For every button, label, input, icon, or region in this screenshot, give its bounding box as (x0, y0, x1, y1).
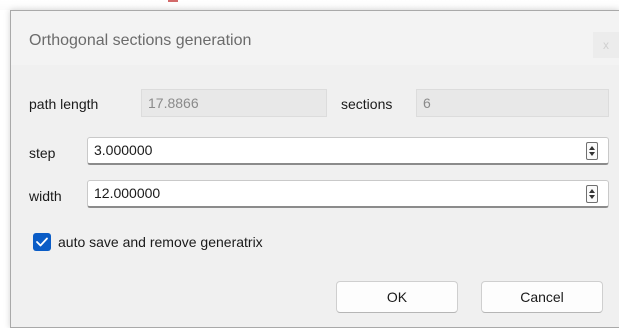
dialog-title: Orthogonal sections generation (29, 32, 252, 49)
step-spin-arrows-icon[interactable] (586, 142, 598, 160)
orthogonal-sections-dialog: Orthogonal sections generation x path le… (10, 10, 619, 328)
auto-save-checkbox[interactable] (33, 233, 51, 251)
step-value[interactable]: 3.000000 (94, 142, 152, 158)
spin-up-icon[interactable] (589, 189, 595, 193)
close-button[interactable]: x (593, 32, 619, 58)
width-value[interactable]: 12.000000 (94, 185, 160, 201)
sections-label: sections (341, 96, 393, 112)
width-spin-arrows-icon[interactable] (586, 185, 598, 203)
spin-down-icon[interactable] (589, 152, 595, 156)
spin-up-icon[interactable] (589, 146, 595, 150)
cancel-button[interactable]: Cancel (481, 281, 603, 313)
step-label: step (29, 145, 56, 161)
sections-field: 6 (416, 89, 609, 117)
title-bar: Orthogonal sections generation x (11, 11, 619, 65)
width-spinbox[interactable]: 12.000000 (87, 180, 609, 208)
path-length-field: 17.8866 (141, 89, 327, 117)
background-mark (168, 0, 178, 2)
step-spinbox[interactable]: 3.000000 (87, 137, 609, 165)
path-length-label: path length (29, 96, 99, 112)
checkmark-icon (36, 237, 48, 247)
width-label: width (29, 188, 62, 204)
spin-down-icon[interactable] (589, 195, 595, 199)
auto-save-label[interactable]: auto save and remove generatrix (58, 234, 263, 250)
background-strip (0, 0, 619, 10)
ok-button[interactable]: OK (336, 281, 458, 313)
